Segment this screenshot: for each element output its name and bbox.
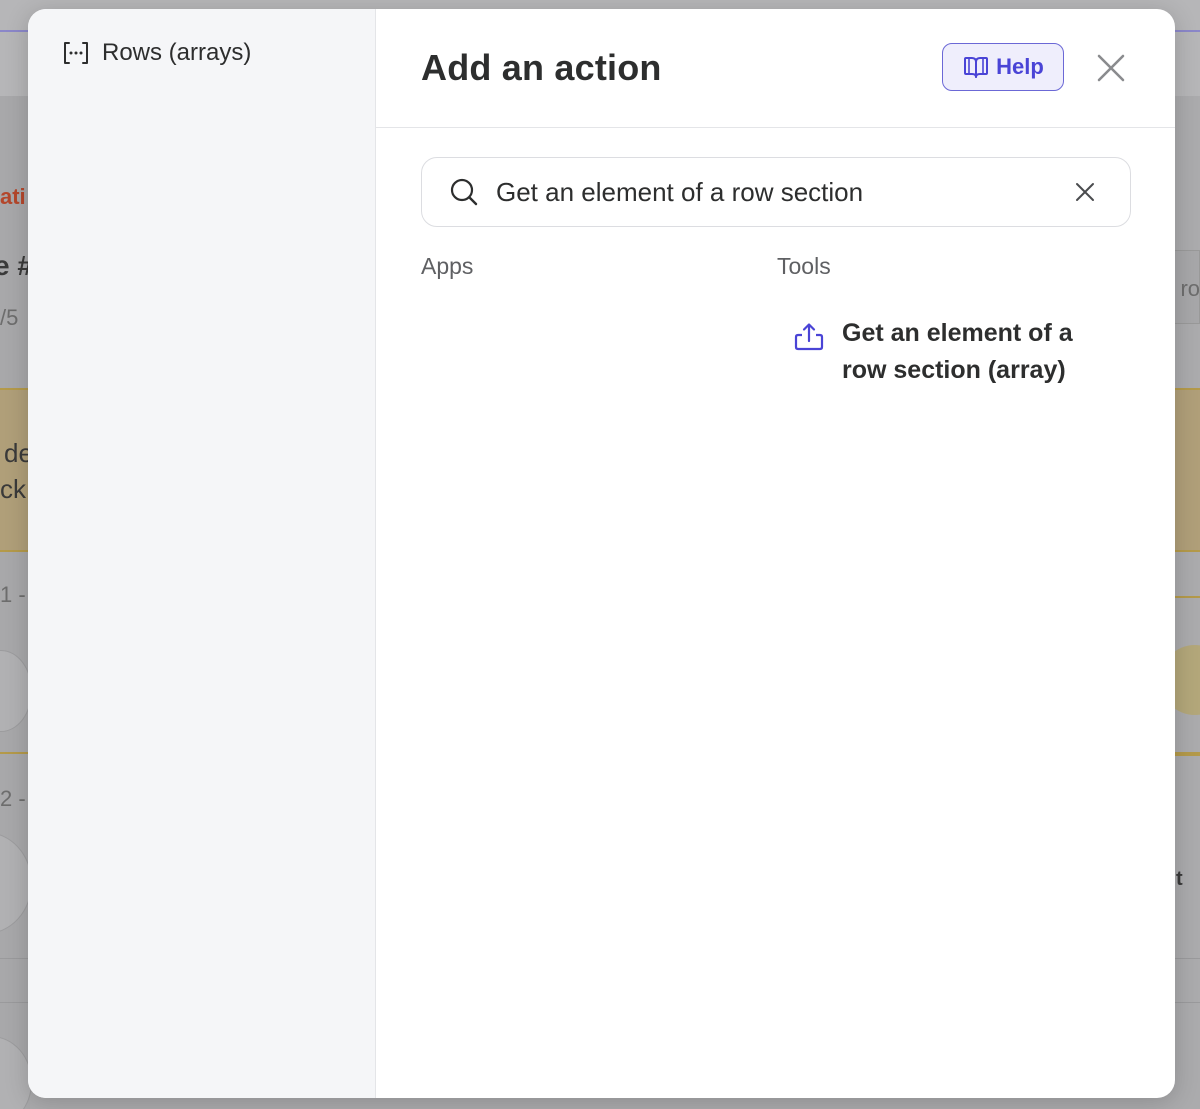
tools-column-heading: Tools [777, 253, 831, 279]
search-icon [450, 178, 478, 206]
export-upload-icon [794, 323, 824, 351]
bg-fragment: ro [1180, 276, 1200, 301]
add-action-modal: Rows (arrays) Add an action Help Get an … [28, 9, 1175, 1098]
bg-fragment: ati [0, 184, 26, 209]
bg-fragment: 2 - [0, 786, 26, 811]
bg-fragment: t [1176, 868, 1183, 890]
bg-fragment: /5 [0, 305, 19, 330]
apps-column-heading: Apps [421, 253, 474, 279]
modal-title: Add an action [421, 47, 662, 88]
modal-main: Add an action Help Get an element of a r… [376, 9, 1175, 1098]
help-button-label: Help [996, 54, 1044, 79]
search-box[interactable] [421, 157, 1131, 227]
bg-fragment: 1 - [0, 582, 26, 607]
book-icon [964, 57, 989, 78]
clear-search-icon[interactable] [1070, 177, 1100, 207]
close-icon [1097, 54, 1125, 82]
sidebar-item-rows-arrays[interactable]: Rows (arrays) [60, 37, 251, 69]
modal-header: Add an action Help [376, 9, 1175, 128]
close-button[interactable] [1090, 47, 1132, 89]
array-brackets-icon [64, 42, 88, 64]
sidebar-item-label: Rows (arrays) [102, 39, 252, 66]
tool-result-item[interactable]: Get an element of a row section (array) [792, 315, 1112, 389]
search-input[interactable] [494, 175, 1070, 209]
tool-result-label: Get an element of a row section (array) [842, 319, 1073, 384]
help-button[interactable]: Help [942, 43, 1064, 91]
modal-sidebar: Rows (arrays) [28, 9, 376, 1098]
bg-fragment: ck [0, 474, 26, 504]
